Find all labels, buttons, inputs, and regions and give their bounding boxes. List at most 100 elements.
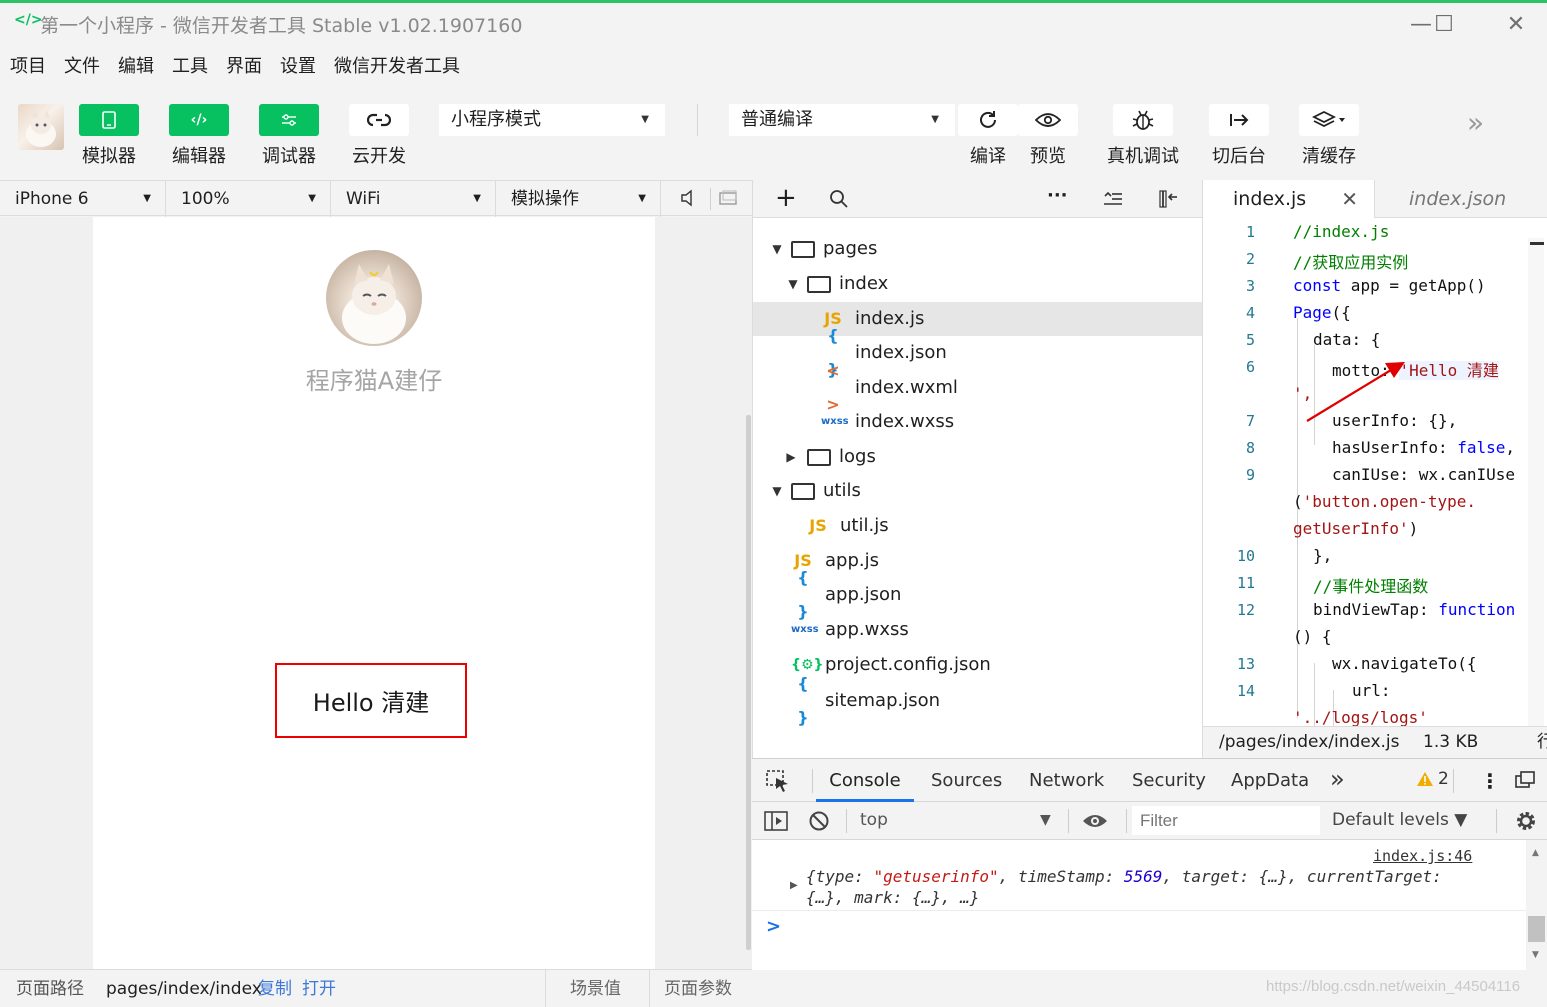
cloud-dev-button[interactable]	[349, 104, 409, 136]
motto-text[interactable]: Hello 清建	[275, 663, 467, 738]
divider	[752, 910, 1526, 911]
network-select[interactable]: WiFi ▼	[331, 181, 496, 217]
preview-button[interactable]	[1018, 104, 1078, 136]
menu-file[interactable]: 文件	[64, 46, 100, 88]
clear-cache-label: 清缓存	[1302, 146, 1356, 167]
cloud-link-icon	[367, 113, 391, 127]
log-source-link[interactable]: index.js:46	[1373, 847, 1472, 865]
context-select[interactable]: top ▼	[850, 802, 1064, 839]
menu-wechat-devtools[interactable]: 微信开发者工具	[334, 46, 460, 88]
console-settings-gear-icon[interactable]	[1514, 809, 1538, 837]
tab-network[interactable]: Network	[1029, 759, 1104, 802]
background-button[interactable]	[1209, 104, 1269, 136]
copy-path-link[interactable]: 复制	[258, 970, 292, 1007]
remote-debug-label: 真机调试	[1107, 146, 1179, 167]
console-scrollbar[interactable]: ▲ ▼	[1526, 840, 1547, 970]
preview-label: 预览	[1030, 146, 1066, 167]
zoom-select[interactable]: 100% ▼	[166, 181, 331, 217]
editor-toggle-button[interactable]: ‹/›	[169, 104, 229, 136]
warnings-badge[interactable]: 2	[1416, 769, 1449, 789]
scene-value-button[interactable]: 场景值	[570, 970, 621, 1007]
tree-folder-index[interactable]: ▼ index	[753, 267, 1203, 301]
warning-icon	[1417, 772, 1433, 786]
show-sidebar-icon[interactable]	[764, 810, 788, 836]
inspect-element-icon[interactable]	[766, 770, 790, 796]
menu-project[interactable]: 项目	[10, 46, 46, 88]
menu-interface[interactable]: 界面	[226, 46, 262, 88]
log-entry-line: {type: "getuserinfo", timeStamp: 5569, t…	[806, 867, 1442, 886]
open-path-link[interactable]: 打开	[302, 970, 336, 1007]
debugger-toggle-button[interactable]	[259, 104, 319, 136]
clear-console-icon[interactable]	[808, 810, 830, 836]
tab-security[interactable]: Security	[1132, 759, 1206, 802]
scroll-up-icon[interactable]: ▲	[1532, 848, 1539, 858]
toolbar-divider	[697, 104, 698, 136]
console-filter-input[interactable]	[1132, 806, 1320, 835]
tab-sources[interactable]: Sources	[931, 759, 1002, 802]
tree-file-sitemap-json[interactable]: { } sitemap.json	[753, 674, 1203, 727]
menu-edit[interactable]: 编辑	[118, 46, 154, 88]
mode-select[interactable]: 小程序模式 ▼	[439, 104, 665, 136]
tree-file-app-json[interactable]: { } app.json	[753, 568, 1203, 621]
code-editor[interactable]: 1 //index.js 2 //获取应用实例 3 const app = ge…	[1202, 218, 1547, 726]
compile-mode-value: 普通编译	[741, 109, 813, 130]
close-window-button[interactable]: ✕	[1496, 5, 1536, 45]
undock-icon[interactable]	[1514, 770, 1536, 794]
tree-file-app-js[interactable]: JS app.js	[753, 544, 1203, 578]
tree-file-app-wxss[interactable]: wxss app.wxss	[753, 613, 1203, 647]
remote-debug-button[interactable]	[1113, 104, 1173, 136]
log-levels-select[interactable]: Default levels ▼	[1332, 810, 1467, 830]
live-expression-eye-icon[interactable]	[1082, 812, 1108, 834]
simulator-scrollbar[interactable]	[746, 415, 751, 950]
explorer-header: + ···	[752, 180, 1202, 218]
toolbar-overflow-icon[interactable]: »	[1467, 106, 1484, 139]
more-tabs-icon[interactable]: »	[1330, 759, 1345, 802]
search-icon[interactable]	[829, 189, 849, 213]
clear-cache-button[interactable]	[1299, 104, 1359, 136]
compile-button[interactable]	[958, 104, 1018, 136]
tree-label: logs	[839, 446, 876, 467]
close-icon[interactable]: ✕	[1341, 180, 1358, 218]
user-avatar-image[interactable]	[326, 250, 422, 346]
folder-icon	[807, 448, 831, 466]
tab-console[interactable]: Console	[816, 759, 914, 802]
tab-appdata[interactable]: AppData	[1231, 759, 1309, 802]
more-options-icon[interactable]: ···	[1047, 185, 1068, 206]
device-select[interactable]: iPhone 6 ▼	[0, 181, 166, 217]
scroll-thumb[interactable]	[1528, 916, 1545, 942]
menu-tools[interactable]: 工具	[172, 46, 208, 88]
wxss-file-icon: wxss	[821, 416, 849, 427]
add-file-icon[interactable]: +	[775, 184, 797, 212]
compile-mode-select[interactable]: 普通编译 ▼	[729, 104, 955, 136]
editor-scrollbar[interactable]	[1528, 238, 1544, 726]
tab-index-json[interactable]: index.json	[1409, 180, 1506, 218]
divider	[1496, 809, 1497, 833]
tree-folder-logs[interactable]: ▶ logs	[753, 440, 1203, 474]
scroll-down-icon[interactable]: ▼	[1532, 950, 1539, 960]
tree-file-index-wxml[interactable]: < > index.wxml	[753, 361, 1203, 414]
collapse-panel-icon[interactable]	[1159, 189, 1179, 213]
tree-folder-utils[interactable]: ▼ utils	[753, 474, 1203, 508]
page-params-button[interactable]: 页面参数	[664, 970, 732, 1007]
maximize-button[interactable]: ☐	[1424, 5, 1464, 45]
expand-triangle-icon[interactable]: ▶	[790, 880, 798, 891]
collapse-all-icon[interactable]	[1103, 190, 1123, 210]
menu-settings[interactable]: 设置	[280, 46, 316, 88]
tree-label: app.wxss	[825, 619, 909, 640]
tree-file-project-config[interactable]: {⚙} project.config.json	[753, 648, 1203, 682]
kebab-menu-icon[interactable]: ⋮	[1480, 769, 1500, 793]
console-prompt-icon[interactable]: >	[766, 916, 781, 937]
tree-file-index-wxss[interactable]: wxss index.wxss	[753, 405, 1203, 439]
speaker-icon[interactable]	[680, 189, 694, 211]
json-file-icon: { }	[797, 674, 809, 727]
user-avatar[interactable]	[18, 104, 64, 150]
detach-window-icon[interactable]	[718, 190, 738, 210]
folder-open-icon	[807, 275, 831, 293]
tree-folder-pages[interactable]: ▼ pages	[753, 232, 1203, 266]
tab-index-js[interactable]: index.js ✕	[1203, 180, 1375, 218]
caret-down-icon: ▼	[931, 114, 939, 125]
simulate-operation-select[interactable]: 模拟操作 ▼	[496, 181, 661, 217]
phone-icon	[102, 111, 116, 129]
simulator-toggle-button[interactable]	[79, 104, 139, 136]
tree-file-util-js[interactable]: JS util.js	[753, 509, 1203, 543]
